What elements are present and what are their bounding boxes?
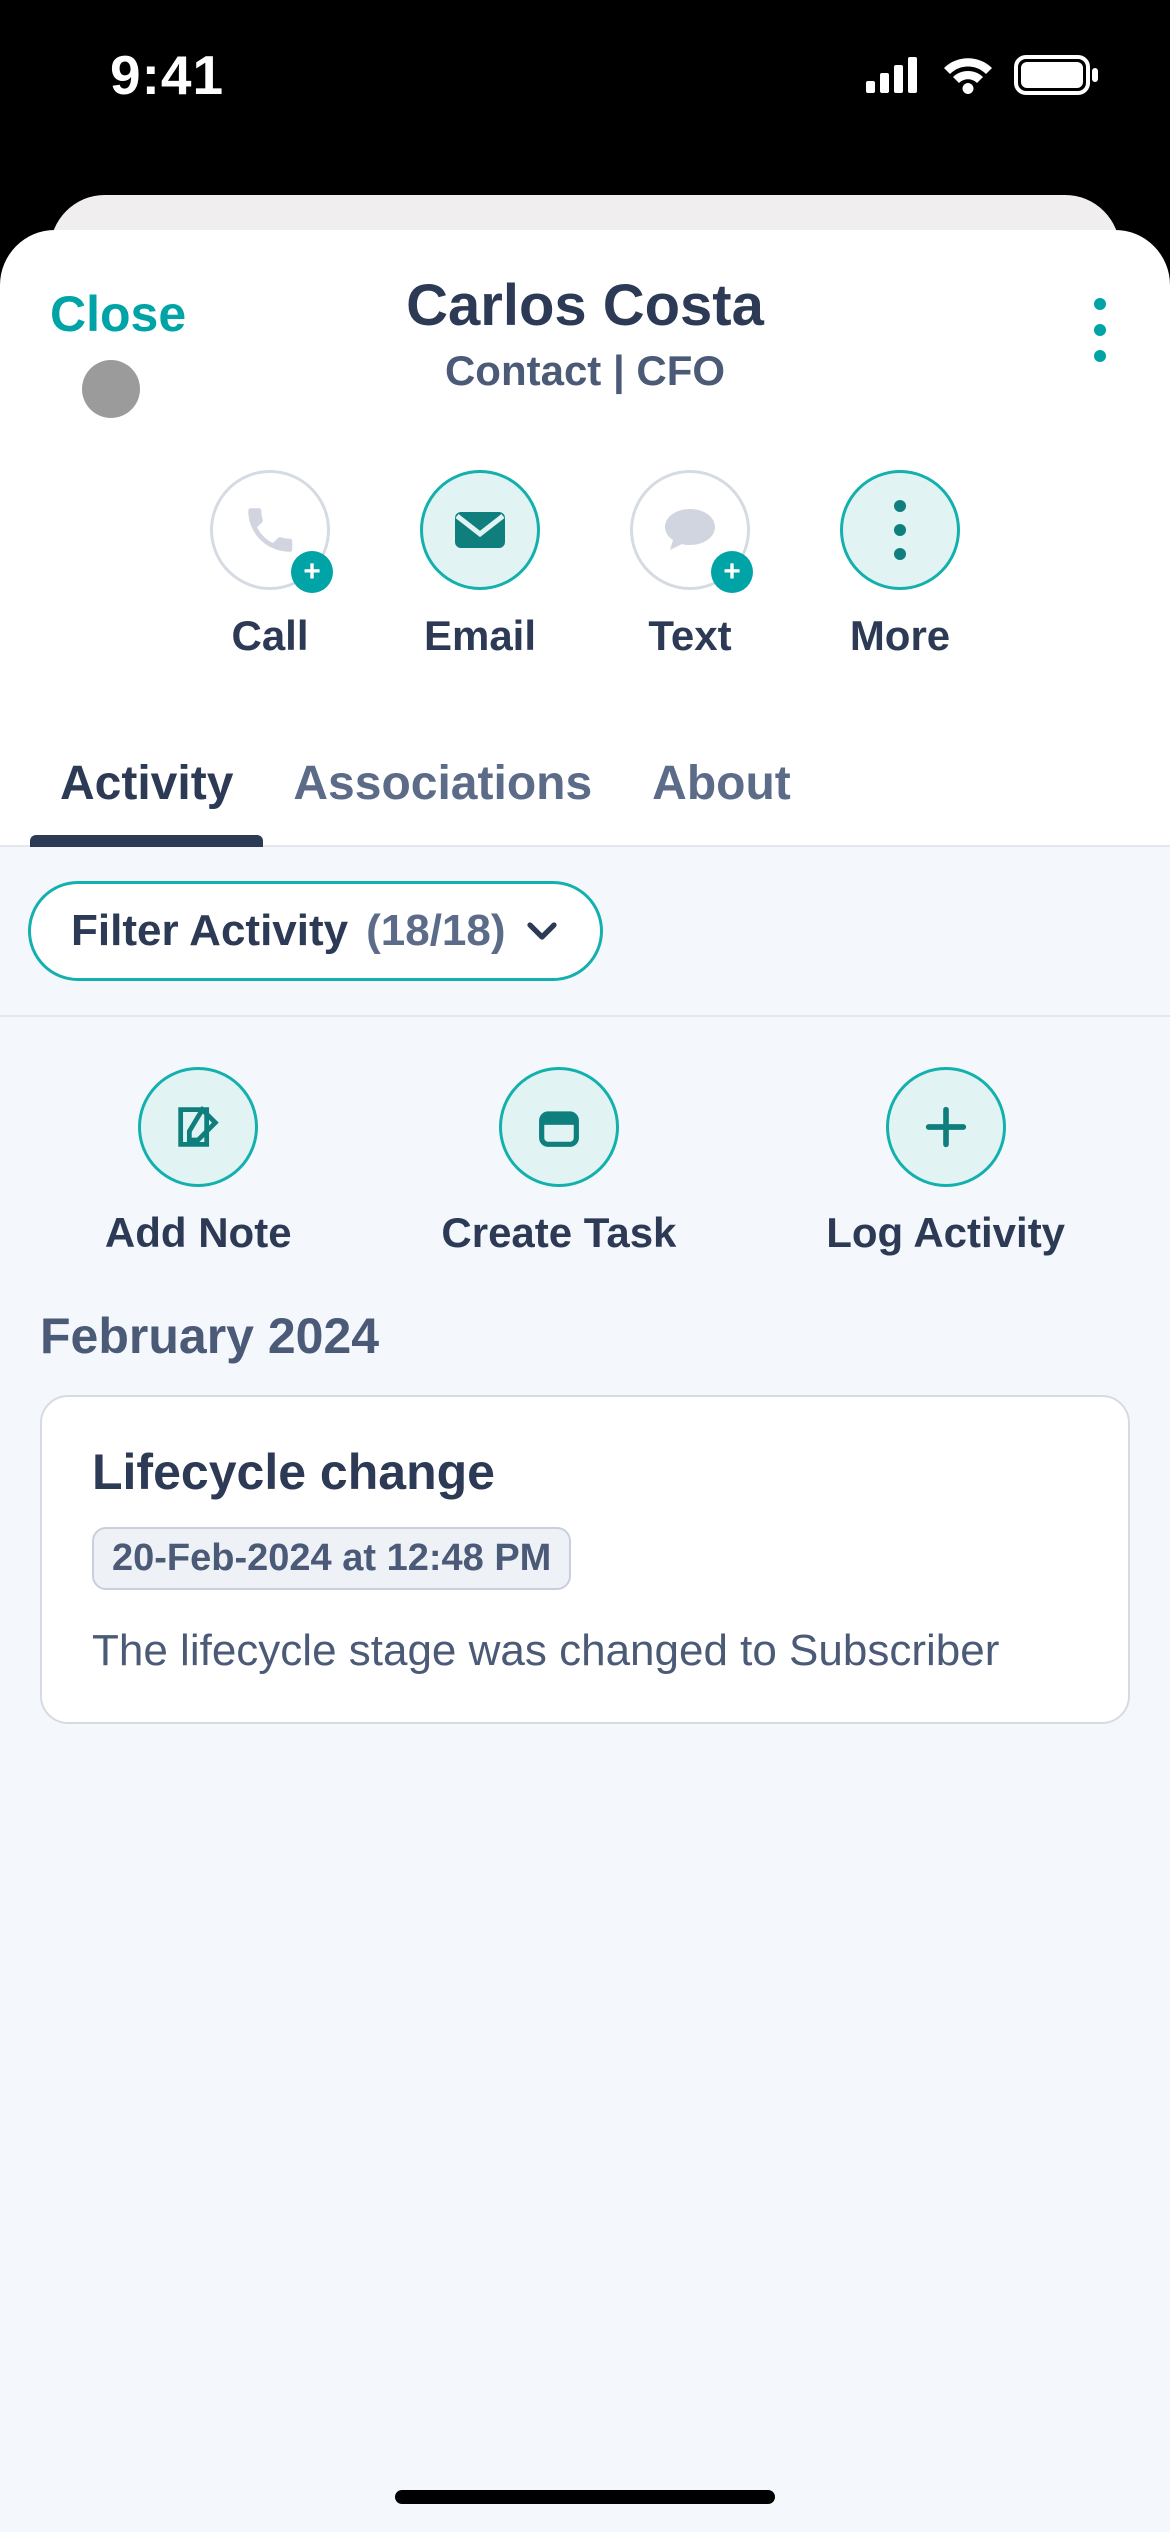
filter-activity-button[interactable]: Filter Activity (18/18)	[28, 881, 603, 981]
status-bar: 9:41	[0, 0, 1170, 150]
cellular-icon	[866, 57, 922, 93]
email-button[interactable]: Email	[420, 470, 540, 660]
add-note-button[interactable]: Add Note	[105, 1067, 292, 1257]
sheet-header: Close Carlos Costa Contact | CFO	[0, 230, 1170, 395]
create-task-button[interactable]: Create Task	[441, 1067, 676, 1257]
timeline-card-body: The lifecycle stage was changed to Subsc…	[92, 1626, 1078, 1676]
call-label: Call	[231, 612, 308, 660]
add-note-label: Add Note	[105, 1209, 292, 1257]
call-button[interactable]: + Call	[210, 470, 330, 660]
create-task-label: Create Task	[441, 1209, 676, 1257]
more-dots-icon	[894, 500, 906, 560]
plus-badge-icon: +	[291, 551, 333, 593]
activity-actions-row: Add Note Create Task Log Activity	[0, 1017, 1170, 1297]
timeline-card-title: Lifecycle change	[92, 1443, 1078, 1501]
wifi-icon	[942, 56, 994, 94]
filter-row: Filter Activity (18/18)	[0, 847, 1170, 1017]
status-time: 9:41	[110, 43, 224, 107]
text-button[interactable]: + Text	[630, 470, 750, 660]
phone-icon	[241, 501, 299, 559]
timeline-card[interactable]: Lifecycle change 20-Feb-2024 at 12:48 PM…	[40, 1395, 1130, 1724]
email-icon	[453, 510, 507, 550]
log-activity-label: Log Activity	[826, 1209, 1065, 1257]
filter-count: (18/18)	[366, 906, 505, 956]
tab-activity[interactable]: Activity	[60, 730, 233, 845]
battery-icon	[1014, 55, 1100, 95]
note-icon	[172, 1101, 224, 1153]
plus-icon	[920, 1101, 972, 1153]
tabs: Activity Associations About	[0, 730, 1170, 847]
filter-label: Filter Activity	[71, 906, 348, 956]
tab-associations[interactable]: Associations	[293, 730, 592, 845]
more-label: More	[850, 612, 950, 660]
email-label: Email	[424, 612, 536, 660]
more-button[interactable]: More	[840, 470, 960, 660]
timeline-month-header: February 2024	[0, 1297, 1170, 1395]
text-label: Text	[648, 612, 731, 660]
close-button[interactable]: Close	[50, 285, 186, 343]
task-icon	[533, 1101, 585, 1153]
log-activity-button[interactable]: Log Activity	[826, 1067, 1065, 1257]
quick-actions-row: + Call Email + Text	[0, 470, 1170, 660]
home-indicator[interactable]	[395, 2490, 775, 2504]
plus-badge-icon: +	[711, 551, 753, 593]
overflow-menu-button[interactable]	[1080, 290, 1120, 370]
chat-icon	[662, 505, 718, 555]
tab-about[interactable]: About	[652, 730, 791, 845]
chevron-down-icon	[524, 913, 560, 949]
activity-pane: Filter Activity (18/18) Add Note Creat	[0, 847, 1170, 2532]
status-icons	[866, 55, 1100, 95]
contact-sheet: Close Carlos Costa Contact | CFO + Call …	[0, 230, 1170, 2532]
avatar	[82, 360, 140, 418]
timeline-card-timestamp: 20-Feb-2024 at 12:48 PM	[92, 1527, 571, 1590]
contact-subtitle: Contact | CFO	[0, 347, 1170, 395]
